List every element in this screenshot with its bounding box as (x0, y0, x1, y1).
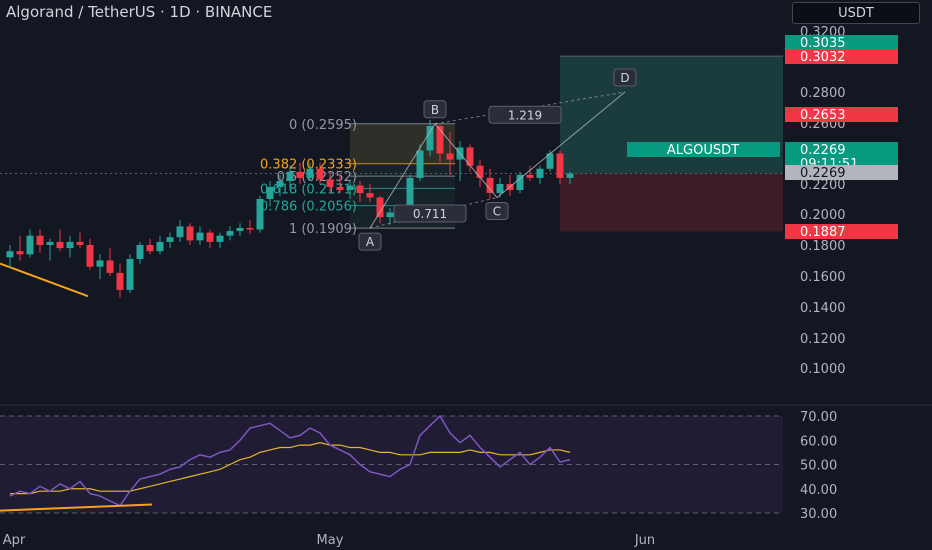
candle-body (196, 232, 204, 241)
candle-body (446, 153, 454, 160)
candle-body (296, 171, 304, 178)
x-tick-label: May (317, 533, 344, 548)
price-trendline (0, 262, 89, 298)
harmonic-point-label: A (366, 235, 375, 249)
ratio-label: 1.219 (508, 108, 542, 122)
price-label: 0.2653 (800, 108, 846, 123)
candle-body (486, 177, 494, 193)
candle-body (416, 150, 424, 178)
candle-body (316, 168, 324, 180)
candle-body (496, 184, 504, 193)
candle-body (136, 245, 144, 259)
ratio-label: 0.711 (413, 207, 447, 221)
y-tick-label: 0.1800 (800, 239, 846, 254)
fib-label: 0 (0.2595) (289, 118, 357, 133)
candle-body (176, 226, 184, 238)
stop-zone (560, 173, 783, 232)
price-chart[interactable]: 0 (0.2595)0.382 (0.2333)0.5 (0.2252)0.61… (0, 0, 932, 550)
candle-body (216, 235, 224, 242)
candle-body (66, 241, 74, 249)
rsi-y-tick-label: 30.00 (800, 507, 837, 522)
candle-body (476, 165, 484, 178)
harmonic-point-label: C (493, 205, 501, 219)
fib-label: 0.786 (0.2056) (260, 200, 357, 215)
candle-body (16, 251, 24, 255)
price-label: 0.3035 (800, 36, 846, 51)
rsi-y-tick-label: 60.00 (800, 434, 837, 449)
candle-body (26, 235, 34, 255)
symbol-label: ALGOUSDT (667, 143, 739, 158)
candle-body (426, 126, 434, 151)
candle-body (266, 187, 274, 199)
candle-body (556, 153, 564, 178)
candle-body (106, 260, 114, 273)
y-tick-label: 0.2800 (800, 86, 846, 101)
candle-body (226, 231, 234, 236)
candle-body (206, 232, 214, 242)
x-tick-label: Jun (634, 533, 655, 548)
candle-body (366, 193, 374, 198)
candle-body (76, 241, 84, 245)
candle-body (236, 227, 244, 232)
candle-body (126, 258, 134, 290)
price-label: 0.2269 (800, 143, 846, 158)
price-label: 0.2269 (800, 166, 846, 181)
candle-body (146, 245, 154, 252)
y-tick-label: 0.1000 (800, 362, 846, 377)
price-label: 0.3032 (800, 50, 846, 65)
candle-body (536, 168, 544, 178)
rsi-y-tick-label: 70.00 (800, 410, 837, 425)
candle-body (166, 237, 174, 242)
rsi-y-tick-label: 50.00 (800, 459, 837, 474)
candle-body (526, 174, 534, 178)
candle-body (46, 241, 54, 245)
x-tick-label: Apr (3, 533, 26, 548)
y-tick-label: 0.1400 (800, 301, 846, 316)
candle-body (356, 185, 364, 193)
candle-body (326, 179, 334, 187)
y-tick-label: 0.1600 (800, 270, 846, 285)
candle-body (246, 227, 254, 230)
candle-body (286, 171, 294, 181)
harmonic-point-label: D (620, 71, 629, 85)
candle-body (116, 272, 124, 290)
y-tick-label: 0.1200 (800, 332, 846, 347)
candle-body (156, 241, 164, 252)
rsi-y-tick-label: 40.00 (800, 483, 837, 498)
candle-body (56, 241, 64, 249)
y-tick-label: 0.2000 (800, 208, 846, 223)
candle-body (36, 235, 44, 245)
candle-body (386, 212, 394, 218)
fib-label: 1 (0.1909) (289, 222, 357, 237)
candle-body (256, 199, 264, 230)
candle-body (336, 187, 344, 190)
candle-body (6, 251, 14, 258)
candle-body (276, 180, 284, 187)
price-label: 0.1887 (800, 225, 846, 240)
candle-body (346, 185, 354, 190)
candle-body (566, 173, 574, 178)
candle-body (186, 226, 194, 241)
harmonic-point-label: B (431, 103, 439, 117)
candle-body (306, 168, 314, 178)
candle-body (96, 260, 104, 267)
candle-body (86, 245, 94, 267)
